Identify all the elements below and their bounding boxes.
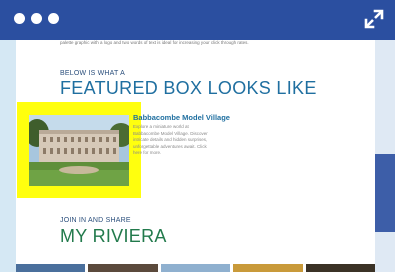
featured-label: BELOW IS WHAT A — [60, 70, 125, 77]
thumbnail-strip — [16, 264, 375, 272]
thumbnail-2[interactable] — [88, 264, 158, 272]
featured-card-title[interactable]: Babbacombe Model Village — [133, 113, 230, 122]
thumbnail-4[interactable] — [233, 264, 303, 272]
window-dot-2[interactable] — [31, 13, 42, 24]
scrollbar-thumb[interactable] — [375, 154, 395, 232]
intro-text: palette graphic with a logo and two word… — [60, 40, 249, 45]
thumbnail-3[interactable] — [160, 264, 231, 272]
window-dot-3[interactable] — [48, 13, 59, 24]
page-content: palette graphic with a logo and two word… — [16, 40, 375, 272]
window-controls — [14, 13, 59, 24]
featured-heading: FEATURED BOX LOOKS LIKE — [60, 78, 317, 98]
expand-icon[interactable] — [363, 8, 385, 30]
riviera-heading: MY RIVIERA — [60, 226, 167, 246]
window-dot-1[interactable] — [14, 13, 25, 24]
featured-box-highlight[interactable] — [17, 102, 141, 198]
title-bar — [0, 0, 395, 40]
thumbnail-5[interactable] — [305, 264, 375, 272]
riviera-label: JOIN IN AND SHARE — [60, 217, 131, 224]
thumbnail-1[interactable] — [16, 264, 86, 272]
featured-card-description: Explore a miniature world at Babbacombe … — [133, 124, 208, 155]
featured-image[interactable] — [29, 115, 129, 186]
browser-window: palette graphic with a logo and two word… — [0, 0, 395, 272]
